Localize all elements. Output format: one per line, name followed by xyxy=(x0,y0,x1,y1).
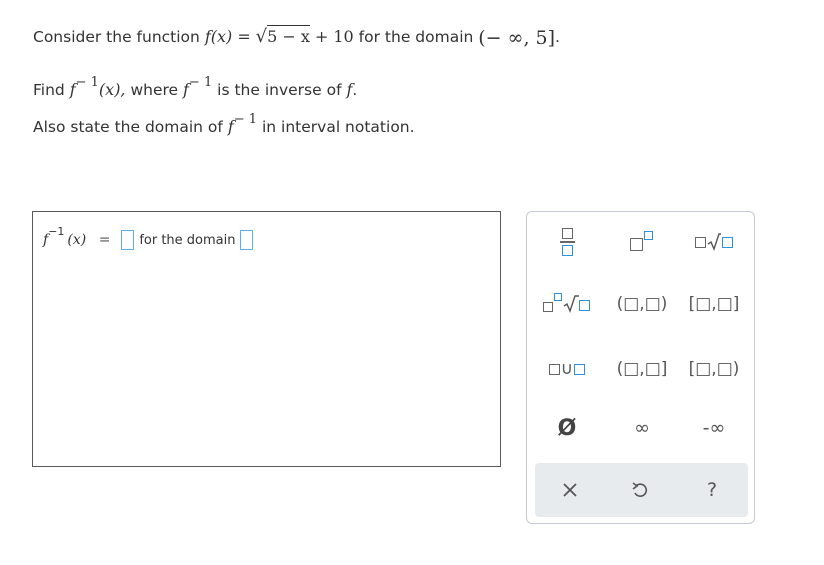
function-definition-lhs: f(x) = xyxy=(204,27,251,46)
inverse-f: f xyxy=(227,117,234,136)
union-button[interactable]: ∪ xyxy=(532,349,602,389)
where-text: where xyxy=(130,81,179,99)
undo-icon xyxy=(632,482,648,497)
sqrt-button[interactable] xyxy=(679,222,749,262)
nth-root-button[interactable] xyxy=(532,284,602,324)
question-line-2: Find f− 1(x), where f− 1 is the inverse … xyxy=(33,75,358,99)
interval-open-closed-button[interactable]: (□,□] xyxy=(607,349,677,389)
radicand: 5 − x xyxy=(267,25,310,46)
answer-input-area[interactable]: f−1(x) = for the domain xyxy=(32,211,501,467)
nth-root-index-icon xyxy=(539,292,595,316)
is-inverse-text: is the inverse of xyxy=(217,81,342,99)
answer-superscript: −1 xyxy=(48,225,65,238)
find-text: Find xyxy=(33,81,65,99)
empty-set-button[interactable]: Ø xyxy=(532,408,602,448)
question-line-1: Consider the function f(x) = √5 − x + 10… xyxy=(33,25,560,49)
union-symbol: ∪ xyxy=(560,359,574,379)
interval-closed-open-button[interactable]: [□,□) xyxy=(679,349,749,389)
domain-text: for the domain xyxy=(358,28,474,46)
interval-open-open-button[interactable]: (□,□) xyxy=(607,284,677,324)
palette-action-bar: ? xyxy=(535,463,748,517)
inverse-superscript: − 1 xyxy=(233,112,258,127)
inverse-arg: (x), xyxy=(98,80,126,99)
interval-closed-closed-icon: [□,□] xyxy=(688,294,740,314)
help-icon: ? xyxy=(706,479,718,501)
fraction-icon xyxy=(559,228,575,256)
inverse-f: f xyxy=(69,80,76,99)
question-text: Consider the function xyxy=(33,28,200,46)
help-button[interactable]: ? xyxy=(677,470,747,510)
domain-input[interactable] xyxy=(239,230,253,250)
period: . xyxy=(352,81,358,99)
sqrt-icon: √ xyxy=(255,26,268,47)
inverse-function-input[interactable] xyxy=(120,230,134,250)
also-state-text: Also state the domain of xyxy=(33,118,223,136)
negative-infinity-button[interactable]: -∞ xyxy=(679,408,749,448)
interval-notation-text: in interval notation. xyxy=(261,118,415,136)
clear-button[interactable] xyxy=(535,470,605,510)
question-line-3: Also state the domain of f− 1 in interva… xyxy=(33,112,415,136)
interval-open-open-icon: (□,□) xyxy=(616,294,668,314)
union-icon: ∪ xyxy=(548,359,586,379)
period: . xyxy=(555,28,560,46)
infinity-icon: ∞ xyxy=(634,417,650,439)
plus-term: + 10 xyxy=(314,27,354,46)
math-palette: (□,□) [□,□] ∪ (□,□] [□,□) Ø ∞ -∞ ? xyxy=(526,211,755,524)
domain-interval: (− ∞, 5] xyxy=(478,27,556,49)
exponent-button[interactable] xyxy=(607,222,677,262)
interval-closed-closed-button[interactable]: [□,□] xyxy=(679,284,749,324)
negative-infinity-icon: -∞ xyxy=(702,417,726,439)
interval-open-closed-icon: (□,□] xyxy=(616,359,668,379)
answer-arg: (x) xyxy=(67,232,87,248)
infinity-button[interactable]: ∞ xyxy=(607,408,677,448)
fraction-button[interactable] xyxy=(532,222,602,262)
answer-line: f−1(x) = for the domain xyxy=(43,225,253,250)
interval-closed-open-icon: [□,□) xyxy=(688,359,740,379)
equals-sign: = xyxy=(98,232,111,248)
undo-button[interactable] xyxy=(605,470,675,510)
inverse-superscript: − 1 xyxy=(75,75,99,90)
empty-set-icon: Ø xyxy=(557,415,577,441)
for-domain-text: for the domain xyxy=(139,233,236,248)
nth-root-icon xyxy=(695,233,733,251)
close-icon xyxy=(563,483,577,497)
inverse-superscript: − 1 xyxy=(188,75,213,90)
exponent-icon xyxy=(630,230,654,254)
